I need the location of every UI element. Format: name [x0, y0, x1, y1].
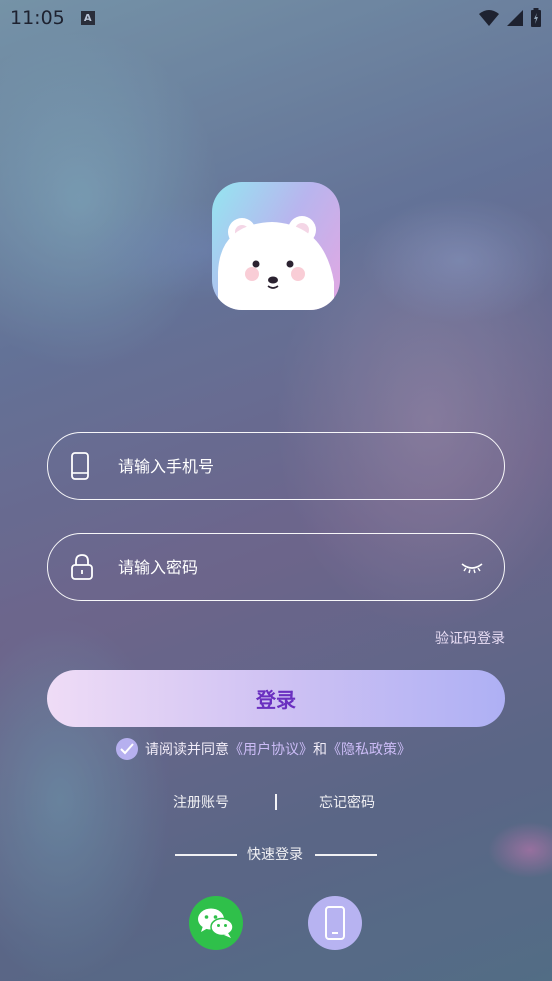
- password-field[interactable]: [47, 533, 505, 601]
- lock-icon: [71, 554, 93, 580]
- phone-input[interactable]: [118, 433, 444, 499]
- phone-login-button[interactable]: [308, 896, 362, 950]
- notification-icon: A: [80, 11, 95, 25]
- status-bar: 11:05 A: [0, 0, 552, 36]
- user-agreement-link[interactable]: 《用户协议》: [229, 739, 313, 759]
- wechat-icon: [198, 908, 234, 938]
- forgot-password-link[interactable]: 忘记密码: [319, 792, 375, 812]
- quick-login-header: 快速登录: [0, 844, 552, 866]
- wechat-login-button[interactable]: [189, 896, 243, 950]
- status-icons: [478, 8, 542, 28]
- agreement-checkbox[interactable]: [116, 738, 138, 760]
- eye-closed-icon[interactable]: [460, 560, 484, 574]
- agreement-row: 请阅读并同意 《用户协议》 和 《隐私政策》: [116, 737, 411, 761]
- register-link[interactable]: 注册账号: [173, 792, 229, 812]
- code-login-link[interactable]: 验证码登录: [435, 628, 505, 648]
- checkmark-icon: [120, 743, 134, 755]
- polar-bear-icon: [218, 216, 334, 310]
- agreement-prefix: 请阅读并同意: [145, 742, 229, 758]
- privacy-policy-link[interactable]: 《隐私政策》: [327, 739, 411, 759]
- app-logo: [212, 182, 340, 310]
- quick-login-line-left: [175, 854, 237, 856]
- links-divider: [275, 794, 277, 810]
- battery-icon: [531, 8, 541, 27]
- phone-icon: [325, 906, 345, 940]
- agreement-conjunction: 和: [313, 742, 327, 758]
- mobile-phone-icon: [71, 452, 89, 480]
- password-input[interactable]: [118, 534, 444, 600]
- status-time: 11:05: [10, 7, 65, 29]
- quick-login-line-right: [315, 854, 377, 856]
- wifi-icon: [479, 10, 499, 26]
- account-links: 注册账号 忘记密码: [0, 792, 552, 814]
- quick-login-label: 快速登录: [247, 847, 303, 863]
- signal-icon: [507, 10, 523, 26]
- login-button[interactable]: 登录: [47, 670, 505, 727]
- phone-field[interactable]: [47, 432, 505, 500]
